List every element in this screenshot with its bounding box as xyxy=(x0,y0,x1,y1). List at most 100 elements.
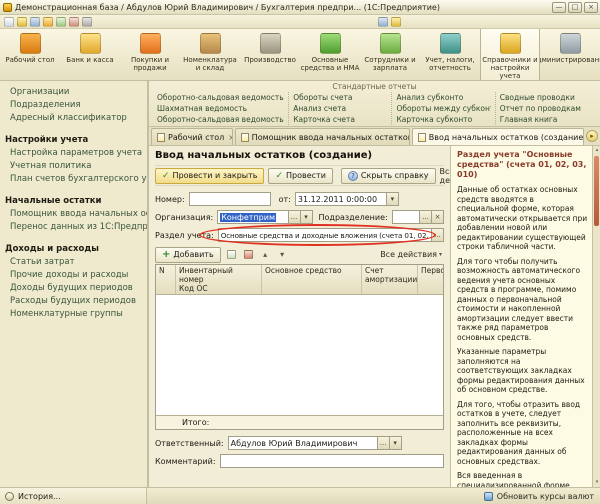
section-nomenclature-warehouse[interactable]: Номенклатура и склад xyxy=(180,29,240,80)
report-link[interactable]: Шахматная ведомость xyxy=(157,103,284,114)
organization-select-icon[interactable]: ... xyxy=(288,210,301,224)
delete-row-button[interactable] xyxy=(242,248,255,261)
post-and-close-button[interactable]: ✓ Провести и закрыть xyxy=(155,167,265,184)
hide-help-button[interactable]: ? Скрыть справку xyxy=(340,167,436,184)
nav-item-data-transfer[interactable]: Перенос данных из 1С:Предприяти... xyxy=(0,221,147,234)
tab-close-icon[interactable]: × xyxy=(228,133,231,142)
column-header-depreciation-account[interactable]: Счет амортизации xyxy=(362,265,418,294)
nav-item-balances-assistant[interactable]: Помощник ввода начальных остатк... xyxy=(0,208,147,221)
column-header-number[interactable]: N xyxy=(156,265,176,294)
section-bank-cash[interactable]: Банк и касса xyxy=(60,29,120,80)
comment-input[interactable] xyxy=(219,454,444,468)
nav-item-deferred-expenses[interactable]: Расходы будущих периодов xyxy=(0,295,147,308)
history-icon[interactable] xyxy=(391,16,401,27)
organization-dropdown-icon[interactable]: ▾ xyxy=(300,210,313,224)
accounting-section-select-icon[interactable]: ... xyxy=(432,228,444,242)
report-link[interactable]: Оборотно-сальдовая ведомость xyxy=(157,92,284,103)
reports-column-4: Сводные проводки Отчет по проводкам Глав… xyxy=(494,92,598,125)
close-button[interactable]: × xyxy=(584,1,598,13)
report-link[interactable]: Обороты между субконто xyxy=(396,103,490,114)
nav-item-accounting-parameters[interactable]: Настройка параметров учета xyxy=(0,147,147,160)
minimize-button[interactable]: — xyxy=(552,1,566,13)
new-document-icon[interactable] xyxy=(4,16,14,27)
nav-item-deferred-income[interactable]: Доходы будущих периодов xyxy=(0,282,147,295)
section-employees-salary[interactable]: Сотрудники и зарплата xyxy=(360,29,420,80)
title-bar: Демонстрационная база / Абдулов Юрий Вла… xyxy=(0,0,600,15)
history-label: История... xyxy=(18,491,61,501)
section-desktop[interactable]: Рабочий стол xyxy=(0,29,60,80)
grid-all-actions-button[interactable]: Все действия ▾ xyxy=(380,250,444,259)
nav-item-address-classifier[interactable]: Адресный классификатор xyxy=(0,112,147,125)
nav-item-accounting-policy[interactable]: Учетная политика xyxy=(0,160,147,173)
section-directories-settings[interactable]: Справочники и настройки учета xyxy=(480,29,540,80)
report-link[interactable]: Главная книга xyxy=(500,114,594,125)
copy-row-button[interactable] xyxy=(225,248,238,261)
move-up-button[interactable]: ▴ xyxy=(259,248,272,261)
report-link[interactable]: Анализ субконто xyxy=(396,92,490,103)
add-row-button[interactable]: + Добавить xyxy=(155,246,221,263)
links-icon[interactable] xyxy=(378,16,388,27)
history-button[interactable]: История... xyxy=(0,488,147,504)
organization-input[interactable]: Конфетприм xyxy=(217,210,289,224)
report-link[interactable]: Обороты счета xyxy=(293,92,387,103)
section-fixed-assets[interactable]: Основные средства и НМА xyxy=(300,29,360,80)
tab-enter-balances[interactable]: Ввод начальных остатков (создание) × xyxy=(411,128,584,145)
tab-scroll-buttons: ▸ xyxy=(586,130,598,145)
report-link[interactable]: Анализ счета xyxy=(293,103,387,114)
standard-reports-panel: Стандартные отчеты Оборотно-сальдовая ве… xyxy=(148,81,600,127)
column-header-initial-cost[interactable]: Первоначальна... xyxy=(418,265,443,294)
department-select-icon[interactable]: ... xyxy=(420,210,432,224)
column-header-asset[interactable]: Основное средство xyxy=(262,265,362,294)
report-link[interactable]: Карточка счета xyxy=(293,114,387,125)
boxes-icon xyxy=(199,33,221,54)
number-input[interactable] xyxy=(188,192,271,206)
help-scrollbar[interactable]: ▴ ▾ xyxy=(592,146,600,487)
calculator-icon[interactable] xyxy=(56,16,66,27)
date-picker-icon[interactable]: ▾ xyxy=(386,192,399,206)
nav-item-other-income-expenses[interactable]: Прочие доходы и расходы xyxy=(0,269,147,282)
responsible-open-icon[interactable]: ▾ xyxy=(389,436,402,450)
section-production[interactable]: Производство xyxy=(240,29,300,80)
favorites-icon[interactable] xyxy=(43,16,53,27)
nav-item-cost-items[interactable]: Статьи затрат xyxy=(0,256,147,269)
move-down-button[interactable]: ▾ xyxy=(276,248,289,261)
open-icon[interactable] xyxy=(17,16,27,27)
comment-label: Комментарий: xyxy=(155,456,216,466)
accounting-section-input[interactable]: Основные средства и доходные вложения (с… xyxy=(217,228,432,242)
date-input[interactable]: 31.12.2011 0:00:00 xyxy=(294,192,387,206)
calendar-icon[interactable] xyxy=(69,16,79,27)
tab-balances-assistant[interactable]: Помощник ввода начальных остатков × xyxy=(234,128,410,145)
section-accounting-taxes[interactable]: Учет, налоги, отчетность xyxy=(420,29,480,80)
scroll-up-icon[interactable]: ▴ xyxy=(593,146,600,155)
nav-item-nomenclature-groups[interactable]: Номенклатурные группы xyxy=(0,308,147,321)
column-header-inventory[interactable]: Инвентарный номер Код ОС xyxy=(176,265,262,294)
report-link[interactable]: Отчет по проводкам xyxy=(500,103,594,114)
responsible-select-icon[interactable]: ... xyxy=(377,436,390,450)
help-paragraph: Для того, чтобы отразить ввод остатков в… xyxy=(457,399,581,466)
section-purchases-sales[interactable]: Покупки и продажи xyxy=(120,29,180,80)
search-icon[interactable] xyxy=(30,16,40,27)
all-actions-button[interactable]: Все действия ▾ xyxy=(440,167,450,185)
refresh-currency-button[interactable]: Обновить курсы валют xyxy=(483,491,600,501)
table-header-row: N Инвентарный номер Код ОС Основное сред… xyxy=(156,265,443,295)
table-body-empty[interactable] xyxy=(156,295,443,415)
report-link[interactable]: Сводные проводки xyxy=(500,92,594,103)
nav-item-departments[interactable]: Подразделения xyxy=(0,99,147,112)
department-clear-icon[interactable]: × xyxy=(432,210,444,224)
section-administration[interactable]: Администрирование xyxy=(540,29,600,80)
department-label: Подразделение: xyxy=(318,212,388,222)
maximize-button[interactable]: □ xyxy=(568,1,582,13)
tab-scroll-right-icon[interactable]: ▸ xyxy=(586,130,598,142)
report-link[interactable]: Карточка субконто xyxy=(396,114,490,125)
report-link[interactable]: Оборотно-сальдовая ведомость по счету xyxy=(157,114,284,125)
tab-desktop[interactable]: Рабочий стол × xyxy=(151,128,233,145)
nav-item-chart-of-accounts[interactable]: План счетов бухгалтерского учета xyxy=(0,173,147,186)
scroll-down-icon[interactable]: ▾ xyxy=(593,478,600,487)
help-icon[interactable] xyxy=(82,16,92,27)
responsible-input[interactable]: Абдулов Юрий Владимирович xyxy=(227,436,378,450)
department-input[interactable] xyxy=(391,210,420,224)
nav-item-organizations[interactable]: Организации xyxy=(0,86,147,99)
help-title: Раздел учета "Основные средства" (счета … xyxy=(457,150,587,179)
help-scrollbar-thumb[interactable] xyxy=(594,156,599,226)
post-button[interactable]: ✓ Провести xyxy=(268,167,333,184)
